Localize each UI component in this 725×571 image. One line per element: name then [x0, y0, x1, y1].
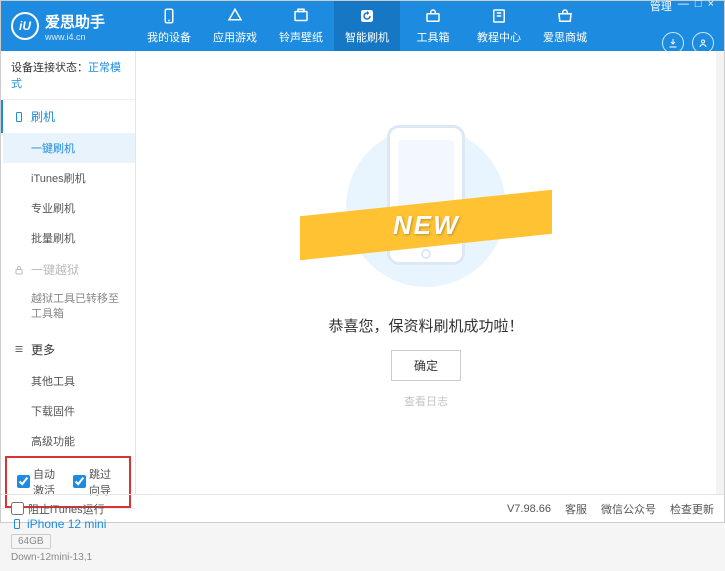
window-controls: 管理 — □ ×: [650, 0, 714, 14]
sidebar-section-more: 更多 其他工具 下载固件 高级功能: [1, 333, 135, 456]
block-itunes-input[interactable]: [11, 502, 24, 515]
user-icon: [697, 37, 709, 49]
scrollbar[interactable]: [716, 51, 724, 494]
lock-icon: [13, 264, 25, 276]
sidebar-item-other[interactable]: 其他工具: [3, 366, 135, 396]
main-content: NEW 恭喜您，保资料刷机成功啦！ 确定 查看日志: [136, 51, 716, 494]
nav-label: 爱思商城: [543, 29, 587, 45]
sidebar-header-flash[interactable]: 刷机: [1, 100, 135, 133]
app-url: www.i4.cn: [45, 32, 105, 42]
checkbox-label: 跳过向导: [89, 466, 119, 498]
status-right: V7.98.66 客服 微信公众号 检查更新: [507, 501, 714, 517]
nav-tutorials[interactable]: 教程中心: [466, 1, 532, 51]
nav-label: 教程中心: [477, 29, 521, 45]
block-itunes-checkbox[interactable]: 阻止iTunes运行: [11, 501, 105, 517]
ribbon-text: NEW: [393, 209, 460, 240]
success-message: 恭喜您，保资料刷机成功啦！: [328, 315, 523, 336]
nav-store[interactable]: 爱思商城: [532, 1, 598, 51]
nav-apps[interactable]: 应用游戏: [202, 1, 268, 51]
connection-status: 设备连接状态：正常模式: [1, 51, 135, 100]
sidebar-item-batch[interactable]: 批量刷机: [3, 223, 135, 253]
phone-icon: [160, 7, 178, 25]
apps-icon: [226, 7, 244, 25]
logo-block: iU 爱思助手 www.i4.cn: [1, 11, 136, 42]
device-storage: 64GB: [11, 534, 51, 549]
nav-my-device[interactable]: 我的设备: [136, 1, 202, 51]
menu-button[interactable]: 管理: [650, 0, 672, 14]
wechat-link[interactable]: 微信公众号: [601, 501, 656, 517]
store-icon: [556, 7, 574, 25]
skip-guide-checkbox[interactable]: 跳过向导: [73, 466, 119, 498]
nav-flash[interactable]: 智能刷机: [334, 1, 400, 51]
sidebar-item-oneclick[interactable]: 一键刷机: [3, 133, 135, 163]
nav-label: 我的设备: [147, 29, 191, 45]
auto-activate-input[interactable]: [17, 475, 30, 488]
sidebar-section-jailbreak: 一键越狱 越狱工具已转移至工具箱: [1, 253, 135, 333]
minimize-button[interactable]: —: [678, 0, 689, 14]
service-link[interactable]: 客服: [565, 501, 587, 517]
sidebar-header-label: 一键越狱: [31, 261, 79, 278]
sidebar-header-label: 刷机: [31, 108, 55, 125]
sidebar-header-more[interactable]: 更多: [3, 333, 135, 366]
body: 设备连接状态：正常模式 刷机 一键刷机 iTunes刷机 专业刷机 批量刷机: [1, 51, 724, 494]
sidebar: 设备连接状态：正常模式 刷机 一键刷机 iTunes刷机 专业刷机 批量刷机: [1, 51, 136, 494]
close-button[interactable]: ×: [708, 0, 714, 14]
sidebar-item-pro[interactable]: 专业刷机: [3, 193, 135, 223]
phone-icon: [13, 111, 25, 123]
jailbreak-note: 越狱工具已转移至工具箱: [3, 286, 135, 333]
update-link[interactable]: 检查更新: [670, 501, 714, 517]
titlebar-right: 管理 — □ ×: [650, 0, 724, 54]
nav-label: 智能刷机: [345, 29, 389, 45]
nav-label: 应用游戏: [213, 29, 257, 45]
success-illustration: NEW: [326, 117, 526, 297]
download-icon: [667, 37, 679, 49]
app-window: iU 爱思助手 www.i4.cn 我的设备 应用游戏 铃声壁纸 智能刷机: [0, 0, 725, 523]
sidebar-item-download[interactable]: 下载固件: [3, 396, 135, 426]
menu-icon: [13, 343, 25, 355]
refresh-icon: [358, 7, 376, 25]
app-logo-icon: iU: [11, 12, 39, 40]
app-name: 爱思助手: [45, 11, 105, 32]
sidebar-item-advanced[interactable]: 高级功能: [3, 426, 135, 456]
checkbox-label: 自动激活: [33, 466, 63, 498]
toolbox-icon: [424, 7, 442, 25]
sidebar-header-jailbreak[interactable]: 一键越狱: [3, 253, 135, 286]
conn-label: 设备连接状态：: [11, 62, 88, 74]
wallpaper-icon: [292, 7, 310, 25]
maximize-button[interactable]: □: [695, 0, 702, 14]
book-icon: [490, 7, 508, 25]
nav-toolbox[interactable]: 工具箱: [400, 1, 466, 51]
sidebar-item-itunes[interactable]: iTunes刷机: [3, 163, 135, 193]
sidebar-header-label: 更多: [31, 341, 55, 358]
ok-button[interactable]: 确定: [391, 350, 461, 381]
nav-ringtones[interactable]: 铃声壁纸: [268, 1, 334, 51]
view-log-link[interactable]: 查看日志: [404, 393, 448, 409]
nav-tabs: 我的设备 应用游戏 铃声壁纸 智能刷机 工具箱 教程中心: [136, 1, 650, 51]
skip-guide-input[interactable]: [73, 475, 86, 488]
titlebar: iU 爱思助手 www.i4.cn 我的设备 应用游戏 铃声壁纸 智能刷机: [1, 1, 724, 51]
device-meta: Down-12mini-13,1: [11, 552, 125, 563]
nav-label: 工具箱: [417, 29, 450, 45]
block-itunes-label: 阻止iTunes运行: [28, 501, 105, 517]
version-label: V7.98.66: [507, 503, 551, 515]
statusbar: 阻止iTunes运行 V7.98.66 客服 微信公众号 检查更新: [1, 494, 724, 522]
sidebar-section-flash: 刷机 一键刷机 iTunes刷机 专业刷机 批量刷机: [1, 100, 135, 253]
nav-label: 铃声壁纸: [279, 29, 323, 45]
auto-activate-checkbox[interactable]: 自动激活: [17, 466, 63, 498]
